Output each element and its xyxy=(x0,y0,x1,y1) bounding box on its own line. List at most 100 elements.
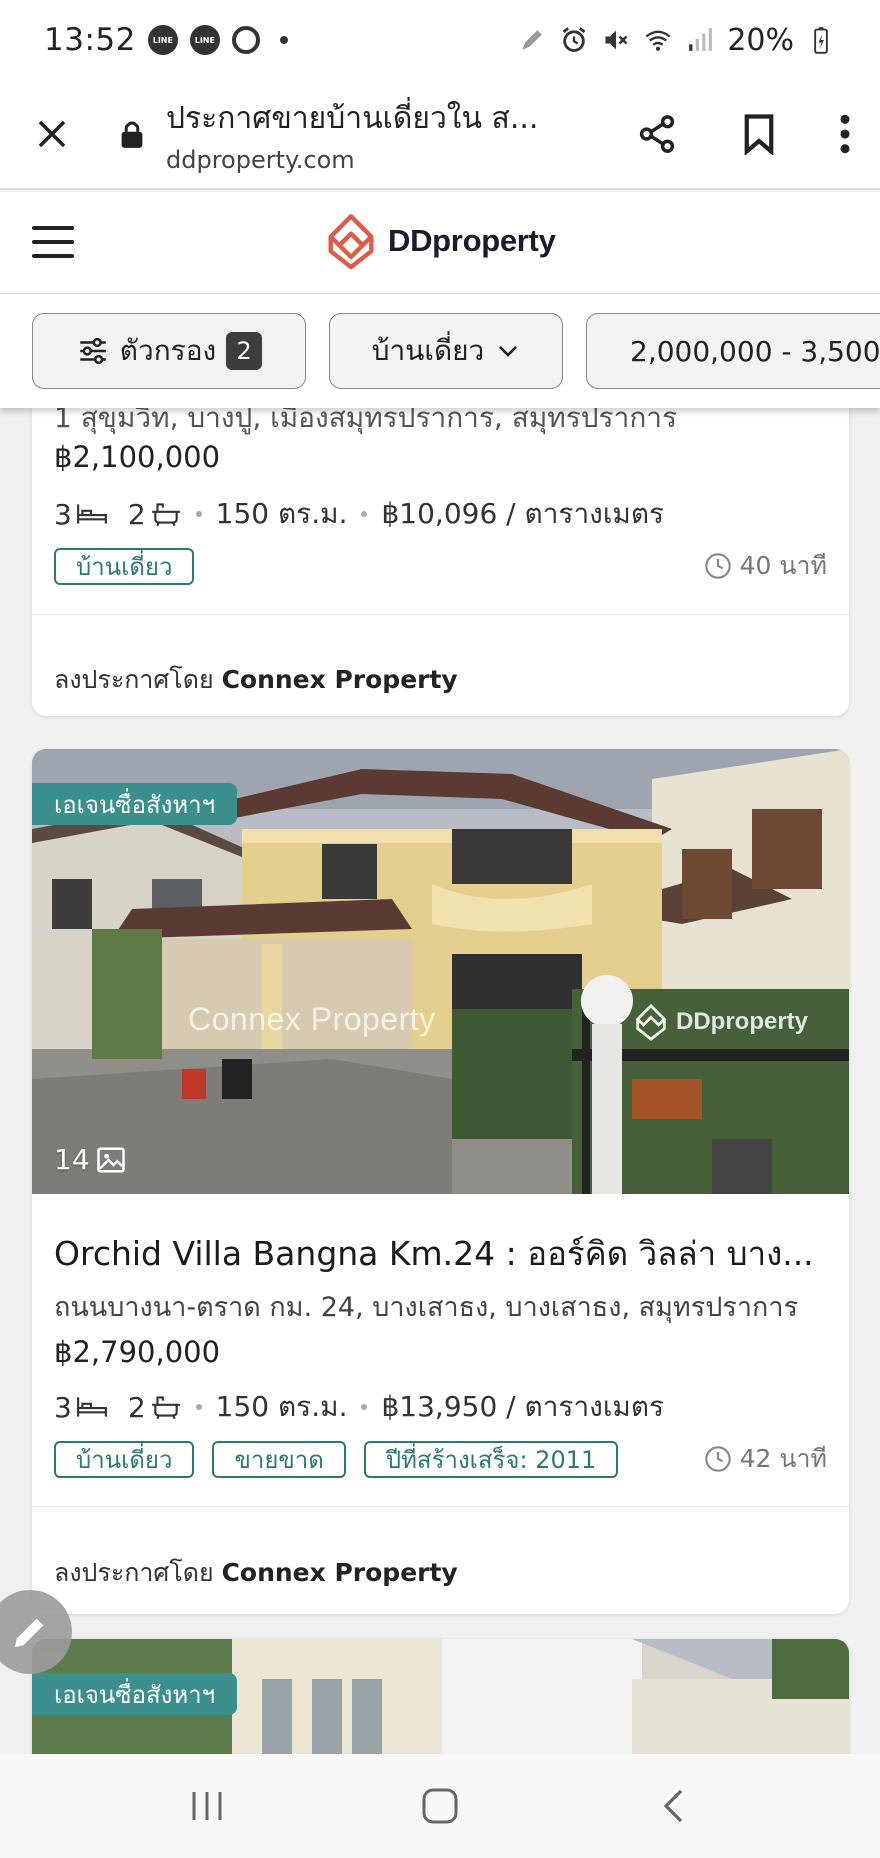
agent-name[interactable]: Connex Property xyxy=(222,1558,458,1587)
more-menu-button[interactable] xyxy=(810,79,880,189)
time-ago-text: 40 นาที xyxy=(739,551,827,580)
listing-title[interactable]: Orchid Villa Bangna Km.24 : ออร์คิด วิลล… xyxy=(54,1227,834,1280)
status-bar: 13:52 LINE LINE 20% xyxy=(0,0,880,80)
tag-sale-type: ขายขาด xyxy=(212,1440,346,1478)
listing-tags: บ้านเดี่ยว ขายขาด ปีที่สร้างเสร็จ: 2011 … xyxy=(54,1439,827,1479)
pencil-icon xyxy=(15,1618,44,1647)
listing-price-per-sqm: ฿10,096 / ตารางเมตร xyxy=(381,497,665,530)
listing-card[interactable]: เอเจนซื่อสังหาฯ Connex Property DDproper… xyxy=(32,749,849,1614)
listing-price: ฿2,790,000 xyxy=(54,1335,221,1369)
filter-label: ตัวกรอง xyxy=(119,334,217,367)
bed-count: 3 xyxy=(54,497,72,531)
listed-by-prefix: ลงประกาศโดย xyxy=(54,665,214,694)
price-range-dropdown[interactable]: 2,000,000 - 3,500,0 xyxy=(586,313,880,389)
page-title: ประกาศขายบ้านเดี่ยวใน ส... xyxy=(166,100,539,136)
home-icon xyxy=(422,1788,458,1824)
battery-icon xyxy=(806,25,836,55)
dot-icon xyxy=(279,36,288,44)
listing-photo[interactable]: เอเจนซื่อสังหาฯ Connex Property DDproper… xyxy=(32,749,849,1194)
line-icon: LINE xyxy=(189,25,220,55)
chevron-down-icon xyxy=(499,346,518,357)
close-icon xyxy=(38,120,66,148)
listed-by-prefix: ลงประกาศโดย xyxy=(54,1558,214,1587)
tag-property-type: บ้านเดี่ยว xyxy=(54,1440,195,1478)
bath-icon xyxy=(150,501,182,527)
line-icon: LINE xyxy=(147,25,178,55)
sliders-icon xyxy=(80,337,106,365)
system-nav-bar xyxy=(0,1754,880,1858)
listing-specs: 3 2 150 ตร.ม. ฿10,096 / ตารางเมตร xyxy=(54,492,664,536)
bath-count: 2 xyxy=(127,497,146,531)
chrome-icon xyxy=(231,26,260,54)
listed-by: ลงประกาศโดย Connex Property xyxy=(54,660,458,700)
property-type-dropdown[interactable]: บ้านเดี่ยว xyxy=(329,313,563,389)
status-time: 13:52 xyxy=(44,22,136,58)
listing-address: 1 สุขุมวิท, บางปู, เมืองสมุทรปราการ, สมุ… xyxy=(54,408,678,434)
photo-count-text: 14 xyxy=(54,1143,90,1176)
site-watermark: DDproperty xyxy=(632,1003,808,1041)
browser-toolbar: ประกาศขายบ้านเดี่ยวใน ส... ddproperty.co… xyxy=(0,80,880,190)
battery-percent: 20% xyxy=(727,22,794,58)
close-tab-button[interactable] xyxy=(0,79,104,189)
card-divider xyxy=(32,1506,849,1507)
home-button[interactable] xyxy=(390,1766,490,1846)
time-ago-text: 42 นาที xyxy=(739,1444,827,1473)
alarm-icon xyxy=(559,25,589,55)
image-icon xyxy=(96,1147,125,1172)
back-button[interactable] xyxy=(623,1766,723,1846)
listing-specs: 3 2 150 ตร.ม. ฿13,950 / ตารางเมตร xyxy=(54,1385,664,1429)
listing-time: 42 นาที xyxy=(704,1439,827,1479)
listing-card[interactable]: เอเจนซื่อสังหาฯ xyxy=(32,1639,849,1754)
share-button[interactable] xyxy=(606,79,708,189)
separator-dot xyxy=(361,1404,368,1410)
listed-by: ลงประกาศโดย Connex Property xyxy=(54,1553,458,1593)
status-right: 20% xyxy=(517,23,836,58)
bath-count: 2 xyxy=(127,1390,146,1424)
more-vertical-icon xyxy=(840,114,850,154)
separator-dot xyxy=(195,1404,202,1410)
bookmark-icon xyxy=(744,114,774,155)
listing-price-per-sqm: ฿13,950 / ตารางเมตร xyxy=(381,1390,665,1423)
listing-tags: บ้านเดี่ยว 40 นาที xyxy=(54,546,827,586)
bed-icon xyxy=(76,1394,108,1420)
agent-badge: เอเจนซื่อสังหาฯ xyxy=(32,783,238,825)
bed-icon xyxy=(76,501,108,527)
listing-results[interactable]: 1 สุขุมวิท, บางปู, เมืองสมุทรปราการ, สมุ… xyxy=(0,408,880,1754)
photo-count: 14 xyxy=(54,1143,126,1176)
filter-bar: ตัวกรอง 2 บ้านเดี่ยว 2,000,000 - 3,500,0 xyxy=(0,294,880,408)
pen-icon xyxy=(517,25,547,55)
bookmark-button[interactable] xyxy=(708,79,810,189)
site-logo-text: DDproperty xyxy=(388,223,556,258)
price-range-label: 2,000,000 - 3,500,0 xyxy=(630,334,880,368)
back-icon xyxy=(664,1789,683,1823)
agent-badge: เอเจนซื่อสังหาฯ xyxy=(32,1673,238,1715)
listing-address: ถนนบางนา-ตราด กม. 24, บางเสาธง, บางเสาธง… xyxy=(54,1292,799,1323)
filter-count-badge: 2 xyxy=(226,332,263,370)
mute-icon xyxy=(601,25,631,55)
listing-card[interactable]: 1 สุขุมวิท, บางปู, เมืองสมุทรปราการ, สมุ… xyxy=(32,408,849,716)
agent-watermark: Connex Property xyxy=(188,1001,436,1037)
site-logo[interactable]: DDproperty xyxy=(322,212,556,270)
browser-actions xyxy=(606,79,880,189)
bath-icon xyxy=(150,1394,182,1420)
listing-time: 40 นาที xyxy=(704,546,827,586)
clock-icon xyxy=(704,553,731,579)
filter-button[interactable]: ตัวกรอง 2 xyxy=(32,313,306,389)
url-block[interactable]: ประกาศขายบ้านเดี่ยวใน ส... ddproperty.co… xyxy=(160,95,606,174)
separator-dot xyxy=(195,511,202,517)
lock-icon[interactable] xyxy=(104,119,160,149)
recent-apps-icon xyxy=(192,1792,222,1820)
wifi-icon xyxy=(643,25,673,55)
status-left: 13:52 LINE LINE xyxy=(44,22,288,58)
clock-icon xyxy=(704,1446,731,1472)
menu-icon[interactable] xyxy=(32,226,74,258)
listing-area: 150 ตร.ม. xyxy=(215,1390,348,1423)
site-watermark-text: DDproperty xyxy=(676,1008,809,1035)
recent-apps-button[interactable] xyxy=(157,1766,257,1846)
listing-price: ฿2,100,000 xyxy=(54,440,221,474)
site-header: DDproperty xyxy=(0,192,880,294)
ddproperty-logo-icon xyxy=(328,214,374,270)
tag-property-type: บ้านเดี่ยว xyxy=(54,547,195,585)
share-icon xyxy=(639,115,675,153)
agent-name[interactable]: Connex Property xyxy=(222,665,458,694)
